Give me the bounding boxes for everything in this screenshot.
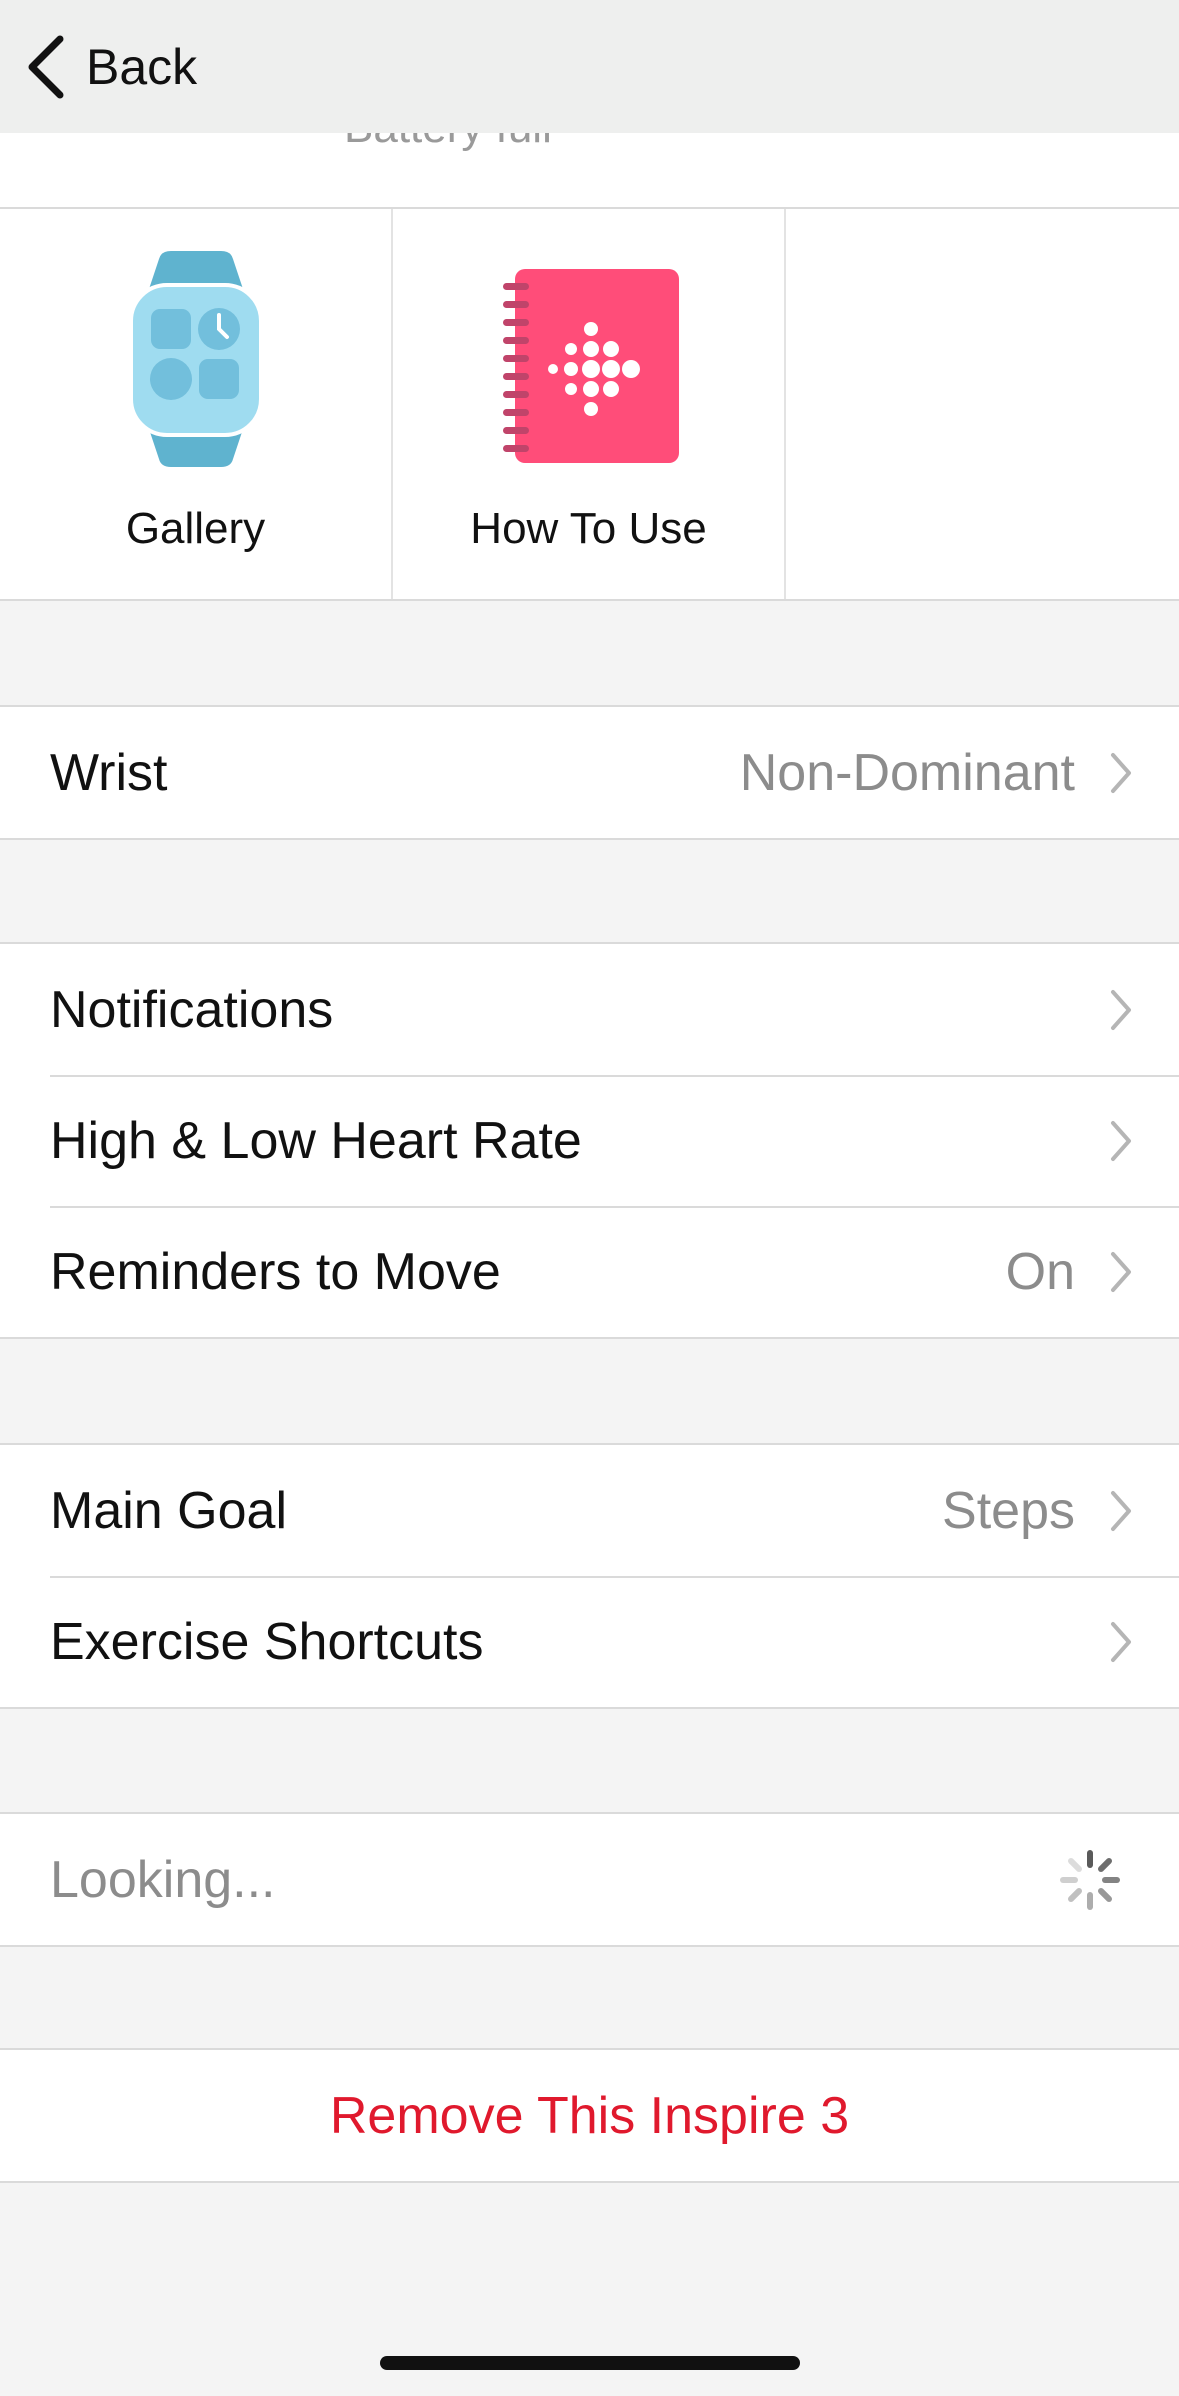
looking-section: Looking... <box>0 1812 1179 1947</box>
row-wrist[interactable]: Wrist Non-Dominant <box>0 707 1179 838</box>
battery-status-text: Battery full <box>344 133 552 153</box>
tile-gallery-label: Gallery <box>125 504 266 553</box>
row-main-goal-value: Steps <box>942 1481 1075 1540</box>
navigation-bar: Back <box>0 0 1179 133</box>
remove-section: Remove This Inspire 3 <box>0 2048 1179 2183</box>
goals-section: Main Goal Steps Exercise Shortcuts <box>0 1443 1179 1709</box>
row-looking-label: Looking... <box>50 1850 276 1909</box>
tile-how-to-use[interactable]: How To Use <box>393 209 786 599</box>
row-looking: Looking... <box>0 1814 1179 1945</box>
feature-tiles: Gallery How To Use <box>0 209 1179 601</box>
device-settings-page: Back Battery full Gallery <box>0 0 1179 2396</box>
row-wrist-value: Non-Dominant <box>739 743 1075 802</box>
row-reminders-value: On <box>1005 1242 1075 1301</box>
home-indicator[interactable] <box>380 2356 800 2370</box>
watch-gallery-icon <box>128 251 263 467</box>
tile-gallery[interactable]: Gallery <box>0 209 393 599</box>
alerts-section: Notifications High & Low Heart Rate Remi… <box>0 942 1179 1339</box>
remove-device-button[interactable]: Remove This Inspire 3 <box>0 2050 1179 2181</box>
guide-book-icon <box>502 269 679 463</box>
chevron-right-icon <box>1111 1621 1131 1662</box>
loading-spinner-icon <box>1060 1849 1120 1910</box>
back-label: Back <box>86 38 198 95</box>
tile-how-to-use-label: How To Use <box>470 504 707 553</box>
chevron-right-icon <box>1111 1490 1131 1531</box>
chevron-right-icon <box>1111 989 1131 1030</box>
row-heart-rate-label: High & Low Heart Rate <box>50 1111 582 1170</box>
chevron-right-icon <box>1111 1251 1131 1292</box>
row-main-goal-label: Main Goal <box>50 1481 287 1540</box>
chevron-left-icon <box>28 35 64 98</box>
tile-empty <box>786 209 1179 599</box>
remove-device-label: Remove This Inspire 3 <box>329 2086 850 2145</box>
chevron-right-icon <box>1111 752 1131 793</box>
row-heart-rate[interactable]: High & Low Heart Rate <box>0 1075 1179 1206</box>
row-wrist-label: Wrist <box>50 743 168 802</box>
battery-status-strip: Battery full <box>0 133 1179 209</box>
row-exercise-shortcuts-label: Exercise Shortcuts <box>50 1612 484 1671</box>
row-notifications[interactable]: Notifications <box>0 944 1179 1075</box>
chevron-right-icon <box>1111 1120 1131 1161</box>
row-notifications-label: Notifications <box>50 980 334 1039</box>
back-button[interactable]: Back <box>24 17 197 117</box>
row-exercise-shortcuts[interactable]: Exercise Shortcuts <box>0 1576 1179 1707</box>
row-main-goal[interactable]: Main Goal Steps <box>0 1445 1179 1576</box>
row-reminders-to-move[interactable]: Reminders to Move On <box>0 1206 1179 1337</box>
wrist-section: Wrist Non-Dominant <box>0 705 1179 840</box>
row-reminders-label: Reminders to Move <box>50 1242 501 1301</box>
